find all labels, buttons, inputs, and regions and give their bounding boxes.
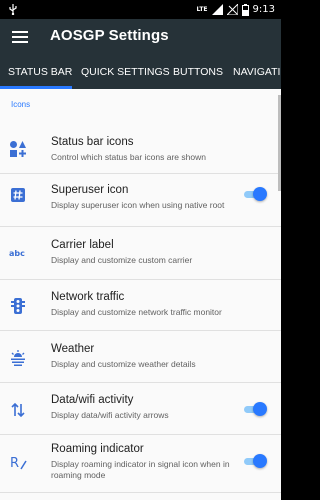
pref-carrier-label[interactable]: abc Carrier label Display and customize …: [0, 227, 281, 278]
battery-icon: [241, 3, 249, 16]
svg-text:abc: abc: [9, 249, 25, 258]
settings-list[interactable]: Icons Status bar icons Control which sta…: [0, 89, 281, 500]
network-type-label: LTE: [196, 5, 208, 13]
pref-summary: Display and customize network traffic mo…: [51, 307, 222, 317]
tab-buttons[interactable]: BUTTONS: [173, 56, 223, 89]
divider: [0, 492, 281, 493]
pref-data-wifi-activity[interactable]: Data/wifi activity Display data/wifi act…: [0, 383, 281, 434]
roaming-indicator-toggle[interactable]: [244, 454, 268, 468]
shapes-icon: [10, 141, 26, 157]
hash-icon: [11, 188, 25, 202]
tab-navigation[interactable]: NAVIGATIO: [233, 56, 281, 89]
system-status-bar: LTE 9:13: [0, 0, 281, 19]
abc-text-icon: abc: [9, 249, 25, 258]
weather-icon: [11, 350, 25, 366]
superuser-icon-toggle[interactable]: [244, 187, 268, 201]
pref-weather[interactable]: Weather Display and customize weather de…: [0, 331, 281, 382]
pref-summary: Display superuser icon when using native…: [51, 200, 225, 210]
hamburger-menu-icon[interactable]: [11, 28, 29, 46]
pref-superuser-icon[interactable]: Superuser icon Display superuser icon wh…: [0, 174, 281, 225]
pref-title: Weather: [51, 343, 95, 355]
category-header: Icons: [11, 100, 31, 109]
pref-summary: Display roaming indicator in signal icon…: [51, 459, 230, 480]
signal-icon: [211, 4, 223, 15]
app-title: AOSGP Settings: [50, 27, 169, 44]
pref-summary: Control which status bar icons are shown: [51, 152, 206, 162]
pref-summary: Display and customize custom carrier: [51, 255, 193, 265]
pref-title: Data/wifi activity: [51, 394, 134, 406]
tab-quick-settings[interactable]: QUICK SETTINGS: [81, 56, 170, 89]
pref-title: Carrier label: [51, 239, 114, 251]
clock: 9:13: [252, 4, 275, 15]
scrollbar[interactable]: [278, 95, 281, 191]
pref-summary: Display data/wifi activity arrows: [51, 410, 169, 420]
pref-title: Superuser icon: [51, 184, 129, 196]
pref-title: Network traffic: [51, 291, 125, 303]
pref-summary: Display and customize weather details: [51, 359, 196, 369]
pref-title: Roaming indicator: [51, 443, 144, 455]
no-sim-icon: [226, 4, 238, 15]
pref-status-bar-icons[interactable]: Status bar icons Control which status ba…: [0, 122, 281, 173]
tab-bar: STATUS BAR QUICK SETTINGS BUTTONS NAVIGA…: [0, 56, 281, 89]
data-wifi-activity-toggle[interactable]: [244, 402, 268, 416]
pref-roaming-indicator[interactable]: R Roaming indicator Display roaming indi…: [0, 435, 281, 486]
app-toolbar: AOSGP Settings: [0, 19, 281, 56]
pref-network-traffic[interactable]: Network traffic Display and customize ne…: [0, 280, 281, 331]
pref-title: Status bar icons: [51, 136, 134, 148]
roaming-r-icon: R: [10, 456, 27, 471]
svg-text:R: R: [10, 456, 19, 471]
arrows-icon: [11, 402, 25, 418]
tab-status-bar[interactable]: STATUS BAR: [8, 56, 72, 89]
usb-icon: [9, 4, 17, 15]
traffic-light-icon: [11, 298, 25, 314]
